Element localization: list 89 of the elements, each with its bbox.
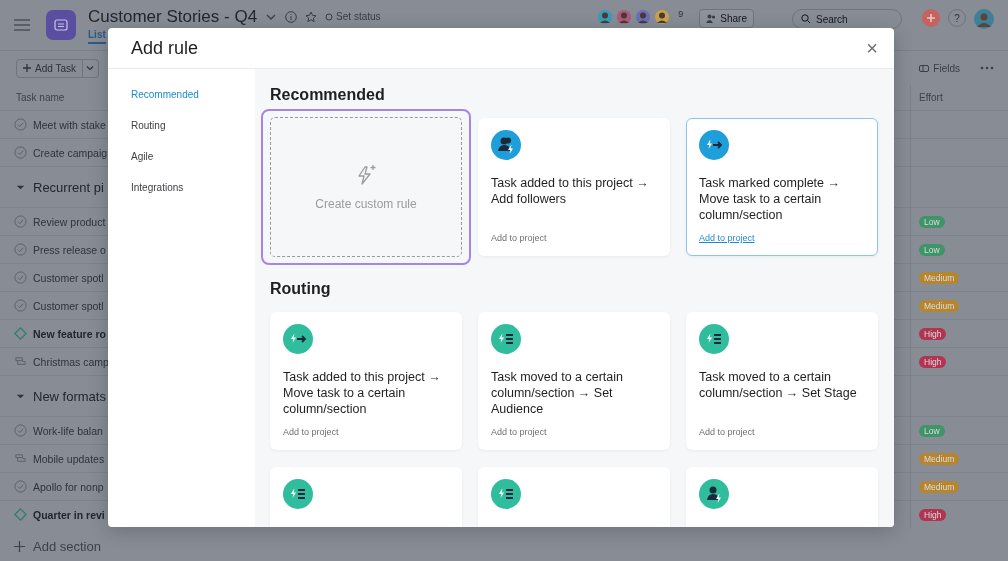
rule-card[interactable]: Task added to this project → Add followers Add to project [478, 118, 670, 256]
subtask-icon [14, 452, 27, 465]
info-icon[interactable] [285, 10, 298, 23]
project-title: Customer Stories - Q4 [88, 6, 258, 27]
task-name: Quarter in revi [33, 508, 105, 521]
diamond-icon[interactable] [14, 508, 27, 521]
effort-tag: Medium [919, 299, 960, 312]
task-name: Work-life balan [33, 424, 103, 437]
category-item[interactable]: Integrations [131, 178, 184, 196]
check-circle-icon[interactable] [14, 215, 27, 228]
category-item[interactable]: Agile [131, 147, 154, 165]
effort-tag: Low [919, 424, 945, 437]
add-section-link[interactable]: Add section [33, 538, 101, 554]
section-title: New formats [33, 388, 106, 404]
rule-title: Task moved to a certain column/section → Set Audience [491, 369, 624, 417]
effort-tag: Low [919, 243, 945, 256]
rule-card[interactable]: Task moved to a certain column/section → Set Audience Add to project [478, 312, 670, 450]
rule-card[interactable]: Task moved to a certain column/section → Set Stage Add to project [686, 312, 878, 450]
check-circle-icon[interactable] [14, 424, 27, 437]
section-title: Recurrent pi [33, 179, 104, 195]
task-name: Mobile updates [33, 452, 105, 465]
task-name: New feature ro [33, 327, 106, 340]
avatar[interactable] [616, 9, 633, 25]
rule-title: Task marked complete → Move task to a certain column/section [699, 175, 842, 223]
set-status-button[interactable]: Set status [325, 11, 381, 22]
task-name: Review product [33, 215, 106, 228]
close-button[interactable]: × [862, 38, 882, 58]
category-item[interactable]: Routing [131, 116, 166, 134]
rule-title: Task added to this project → Move task to a certain column/section [283, 369, 442, 417]
rule-title: Task added to this project → Add followers [491, 175, 650, 207]
people-icon [706, 14, 717, 23]
task-name: Christmas camp [33, 355, 109, 368]
add-to-project-link[interactable]: Add to project [491, 427, 547, 437]
check-circle-icon[interactable] [14, 146, 27, 159]
project-icon [46, 10, 76, 40]
check-circle-icon[interactable] [14, 299, 27, 312]
rule-title: Task moved to a certain column/section → Set Stage [699, 369, 858, 401]
task-name: Create campaig [33, 146, 108, 159]
avatar[interactable] [597, 9, 614, 25]
task-name: Customer spotl [33, 271, 104, 284]
add-to-project-link[interactable]: Add to project [491, 233, 547, 243]
task-name: Meet with stake [33, 118, 106, 131]
add-to-project-link[interactable]: Add to project [699, 233, 755, 243]
task-name: Customer spotl [33, 299, 104, 312]
add-icon[interactable] [922, 9, 940, 27]
task-name: Apollo for nonp [33, 480, 104, 493]
menu-icon[interactable] [14, 19, 30, 31]
dropdown-button[interactable] [82, 58, 99, 78]
check-circle-icon[interactable] [14, 243, 27, 256]
fields-button[interactable]: Fields [913, 61, 966, 75]
column-header: Effort [919, 92, 943, 103]
check-circle-icon[interactable] [14, 480, 27, 493]
add-to-project-link[interactable]: Add to project [699, 427, 755, 437]
column-header: Task name [16, 92, 65, 103]
plus-icon [23, 64, 31, 72]
task-name: Press release o [33, 243, 106, 256]
effort-tag: Medium [919, 452, 960, 465]
rule-card[interactable]: Task added to this project → Move task to a certain column/section Add to project [270, 312, 462, 450]
section-heading: Routing [270, 279, 331, 299]
dialog-title: Add rule [131, 37, 199, 59]
effort-tag: High [919, 327, 947, 340]
user-avatar[interactable] [974, 9, 994, 29]
effort-tag: Medium [919, 480, 960, 493]
subtask-icon [14, 355, 27, 368]
diamond-icon[interactable] [14, 327, 27, 340]
check-circle-icon[interactable] [14, 271, 27, 284]
add-task-button[interactable]: Add Task [16, 58, 83, 78]
effort-tag: High [919, 508, 947, 521]
avatar[interactable] [635, 9, 652, 25]
member-count: 9 [678, 9, 684, 19]
more-icon[interactable] [980, 66, 994, 70]
section-heading: Recommended [270, 85, 385, 105]
avatar[interactable] [654, 9, 671, 25]
category-item[interactable]: Recommended [131, 85, 199, 103]
fields-icon [919, 64, 930, 72]
card-label: Create custom rule [315, 197, 417, 211]
search-input[interactable]: Search [816, 13, 886, 25]
check-circle-icon[interactable] [14, 118, 27, 131]
effort-tag: Medium [919, 271, 960, 284]
plus-icon[interactable] [14, 540, 25, 552]
chevron-down-icon [86, 65, 95, 71]
search-icon [801, 14, 811, 24]
add-to-project-link[interactable]: Add to project [283, 427, 339, 437]
status-circle-icon [325, 12, 334, 21]
effort-tag: Low [919, 215, 945, 228]
share-button[interactable]: Share [699, 9, 754, 28]
star-icon[interactable] [305, 10, 318, 23]
effort-tag: High [919, 355, 947, 368]
rule-card[interactable]: Task marked complete → Move task to a certain column/section Add to project [686, 118, 878, 256]
